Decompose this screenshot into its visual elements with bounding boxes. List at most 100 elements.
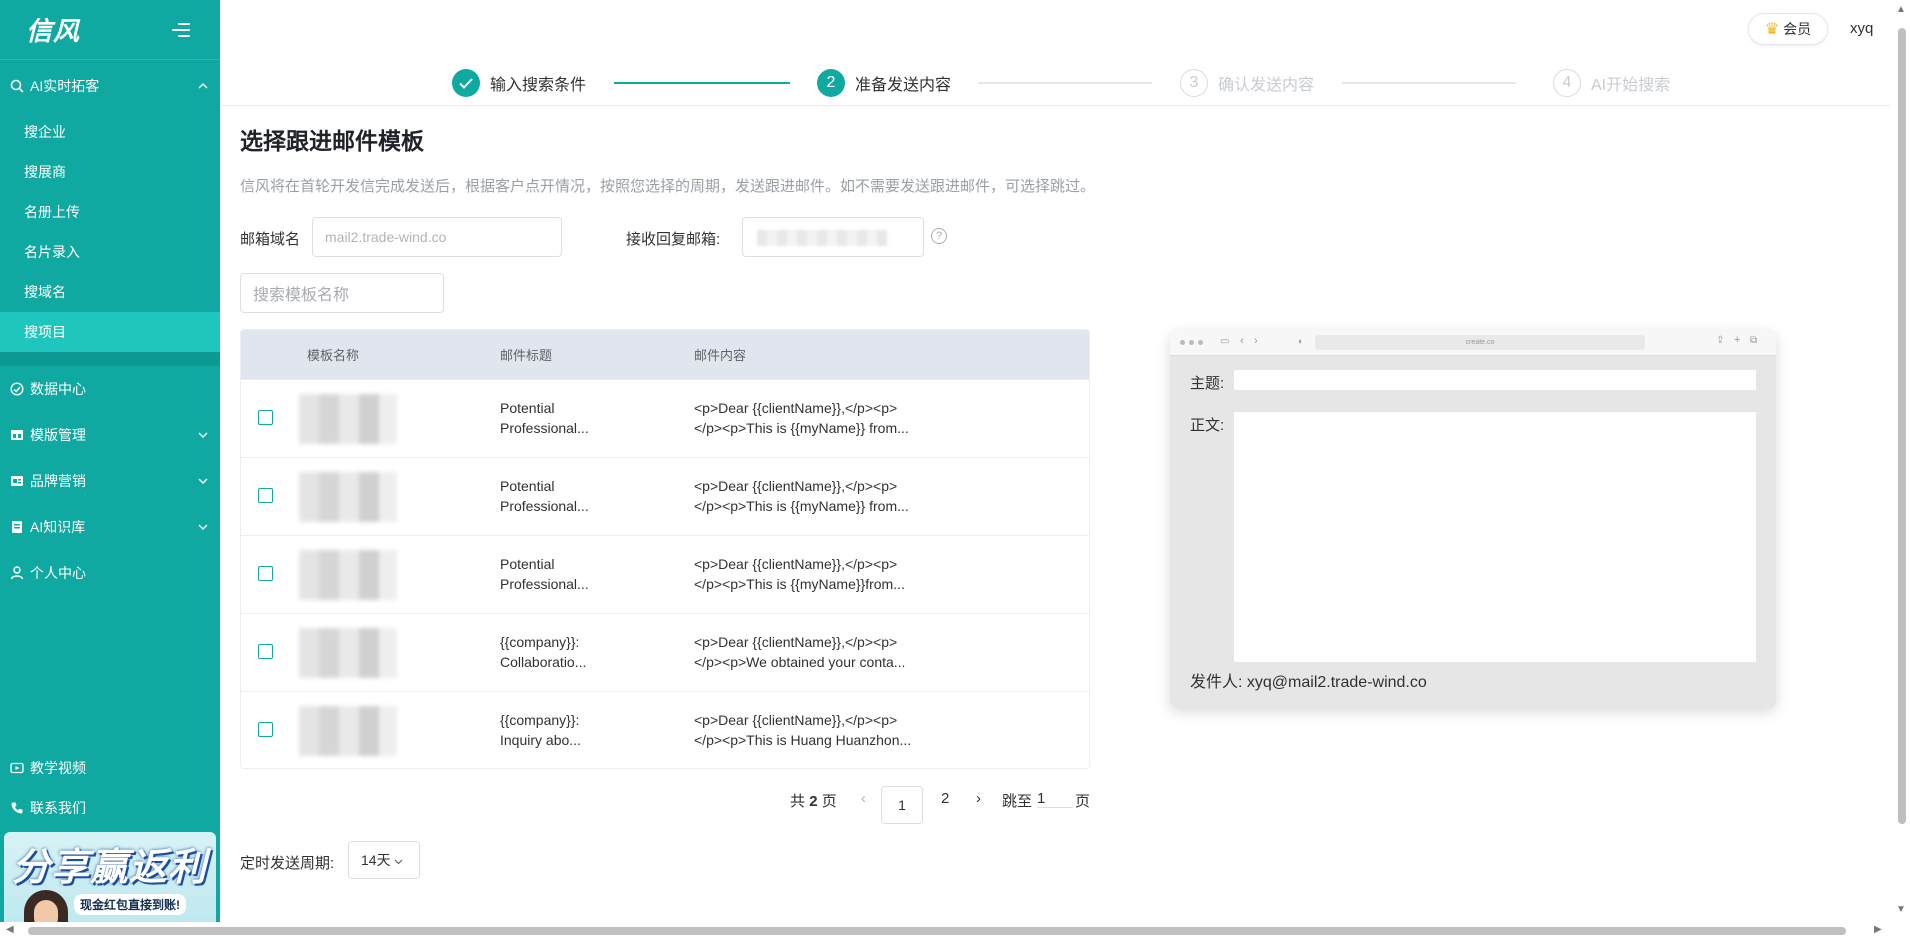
- row-subject: Potential Professional...: [500, 400, 589, 436]
- menu-collapse-icon[interactable]: [172, 22, 190, 37]
- sidebar-item-ai-knowledge[interactable]: AI知识库: [0, 504, 220, 550]
- crown-icon: ♛: [1764, 21, 1780, 38]
- jump-suffix: 页: [1075, 793, 1091, 810]
- divider: [0, 352, 220, 366]
- forward-icon: ›: [1254, 335, 1258, 347]
- help-icon[interactable]: ?: [931, 228, 947, 244]
- sidebar-item-template-management[interactable]: 模版管理: [0, 412, 220, 458]
- scroll-right-icon[interactable]: ▶: [1874, 924, 1882, 935]
- table-row[interactable]: {{company}}: Collaboratio... <p>Dear {{cl…: [241, 613, 1089, 691]
- row-checkbox[interactable]: [258, 644, 273, 659]
- page-description: 信风将在首轮开发信完成发送后，根据客户点开情况，按照您选择的周期，发送跟进邮件。…: [240, 178, 1096, 195]
- page-2-button[interactable]: 2: [941, 790, 949, 807]
- redacted-template-name: [299, 628, 397, 678]
- scroll-down-icon[interactable]: ▼: [1896, 904, 1906, 915]
- preview-sender: 发件人: xyq@mail2.trade-wind.co: [1190, 674, 1427, 691]
- reply-email-label: 接收回复邮箱:: [626, 231, 721, 248]
- template-table: 模板名称 邮件标题 邮件内容 Potential Professional... …: [240, 329, 1090, 769]
- sidebar-item-label: 数据中心: [30, 381, 86, 397]
- reply-email-input[interactable]: [742, 217, 924, 257]
- table-row[interactable]: {{company}}: Inquiry abo... <p>Dear {{cli…: [241, 691, 1089, 768]
- sidebar-item-list-upload[interactable]: 名册上传: [0, 192, 220, 232]
- vertical-scrollbar[interactable]: ▲ ▼: [1893, 0, 1910, 922]
- template-search-input[interactable]: 搜索模板名称: [240, 273, 444, 313]
- nav-group-label: AI实时拓客: [30, 78, 100, 94]
- top-header: ♛ 会员 xyq: [220, 0, 1890, 60]
- sidebar: 信风 AI实时拓客 搜企业 搜展商 名册上传 名片录入 搜域名 搜项目 数据中心: [0, 0, 220, 939]
- phone-icon: [10, 801, 24, 815]
- share-icon: ⇪: [1716, 335, 1725, 346]
- book-icon: [10, 520, 24, 534]
- period-select[interactable]: 14天: [348, 841, 420, 879]
- jump-input[interactable]: 1: [1037, 790, 1073, 808]
- sidebar-item-label: 模版管理: [30, 427, 86, 443]
- plus-icon: +: [1734, 334, 1741, 346]
- step-label: 准备发送内容: [855, 77, 952, 94]
- sidebar-item-contact-us[interactable]: 联系我们: [0, 788, 220, 828]
- check-icon: [452, 69, 480, 97]
- sidebar-item-brand-marketing[interactable]: 品牌营销: [0, 458, 220, 504]
- chevron-down-icon: [196, 428, 210, 442]
- progress-steps: 输入搜索条件 2 准备发送内容 3 确认发送内容 4 AI开始搜索: [220, 60, 1890, 106]
- step-connector: [978, 82, 1152, 84]
- url-bar: create.co: [1315, 335, 1645, 350]
- sidebar-item-search-domains[interactable]: 搜域名: [0, 272, 220, 312]
- sidebar-item-search-exhibitors[interactable]: 搜展商: [0, 152, 220, 192]
- scroll-up-icon[interactable]: ▲: [1896, 4, 1906, 15]
- shield-icon: ◐: [1298, 336, 1304, 346]
- sidebar-item-data-center[interactable]: 数据中心: [0, 366, 220, 412]
- sidebar-item-tutorial-videos[interactable]: 教学视频: [0, 748, 220, 788]
- row-checkbox[interactable]: [258, 566, 273, 581]
- table-row[interactable]: Potential Professional... <p>Dear {{clien…: [241, 535, 1089, 613]
- table-row[interactable]: Potential Professional... <p>Dear {{clien…: [241, 457, 1089, 535]
- step-label: 确认发送内容: [1218, 77, 1315, 94]
- sidebar-item-card-entry[interactable]: 名片录入: [0, 232, 220, 272]
- table-row[interactable]: Potential Professional... <p>Dear {{clien…: [241, 379, 1089, 457]
- brand-icon: [10, 474, 24, 488]
- period-label: 定时发送周期:: [240, 855, 335, 872]
- chevron-down-icon: [196, 520, 210, 534]
- scroll-left-icon[interactable]: ◀: [6, 924, 14, 935]
- sidebar-item-search-companies[interactable]: 搜企业: [0, 112, 220, 152]
- nav-group-ai-prospecting[interactable]: AI实时拓客: [0, 60, 220, 112]
- domain-input[interactable]: mail2.trade-wind.co: [312, 217, 562, 257]
- username[interactable]: xyq: [1850, 20, 1873, 37]
- redacted-template-name: [299, 394, 397, 444]
- table-header: 模板名称 邮件标题 邮件内容: [241, 330, 1089, 379]
- vip-label: 会员: [1783, 21, 1812, 37]
- row-checkbox[interactable]: [258, 722, 273, 737]
- period-value: 14天: [361, 852, 391, 868]
- tabs-icon: ⧉: [1750, 335, 1758, 346]
- prev-page-icon[interactable]: ‹: [861, 790, 866, 807]
- horizontal-scrollbar[interactable]: ◀ ▶: [0, 922, 1910, 939]
- vip-button[interactable]: ♛ 会员: [1748, 13, 1828, 45]
- app-logo[interactable]: 信风: [26, 11, 80, 48]
- jump-label: 跳至: [1002, 793, 1033, 810]
- step-number: 4: [1553, 69, 1581, 97]
- scroll-thumb[interactable]: [1898, 28, 1906, 824]
- column-header-name: 模板名称: [307, 348, 360, 363]
- promo-title: 分享赢返利: [12, 847, 208, 889]
- sidebar-item-personal-center[interactable]: 个人中心: [0, 550, 220, 596]
- page-title: 选择跟进邮件模板: [240, 128, 424, 154]
- redacted-email: [757, 230, 887, 246]
- row-checkbox[interactable]: [258, 410, 273, 425]
- email-preview: ▭ ‹ › ◐ create.co ⇪ + ⧉ 主题: 正文: 发件人: xyq…: [1170, 330, 1776, 708]
- page-1-button[interactable]: 1: [881, 786, 923, 824]
- row-content: <p>Dear {{clientName}},</p><p> </p><p>Thi…: [694, 556, 905, 592]
- sidebar-bottom: 教学视频 联系我们: [0, 748, 220, 828]
- row-content: <p>Dear {{clientName}},</p><p> </p><p>We …: [694, 634, 906, 670]
- template-icon: [10, 428, 24, 442]
- window-dots: [1180, 340, 1203, 345]
- sidebar-item-label: 联系我们: [30, 800, 86, 816]
- sidebar-item-label: 个人中心: [30, 565, 86, 581]
- scroll-thumb[interactable]: [28, 927, 1846, 935]
- next-page-icon[interactable]: ›: [976, 790, 981, 807]
- brand-bar: 信风: [0, 0, 220, 60]
- sidebar-item-search-projects[interactable]: 搜项目: [0, 312, 220, 352]
- row-subject: {{company}}: Collaboratio...: [500, 634, 587, 670]
- redacted-template-name: [299, 706, 397, 756]
- row-checkbox[interactable]: [258, 488, 273, 503]
- preview-subject-field: [1234, 370, 1756, 390]
- step-label: AI开始搜索: [1591, 77, 1671, 94]
